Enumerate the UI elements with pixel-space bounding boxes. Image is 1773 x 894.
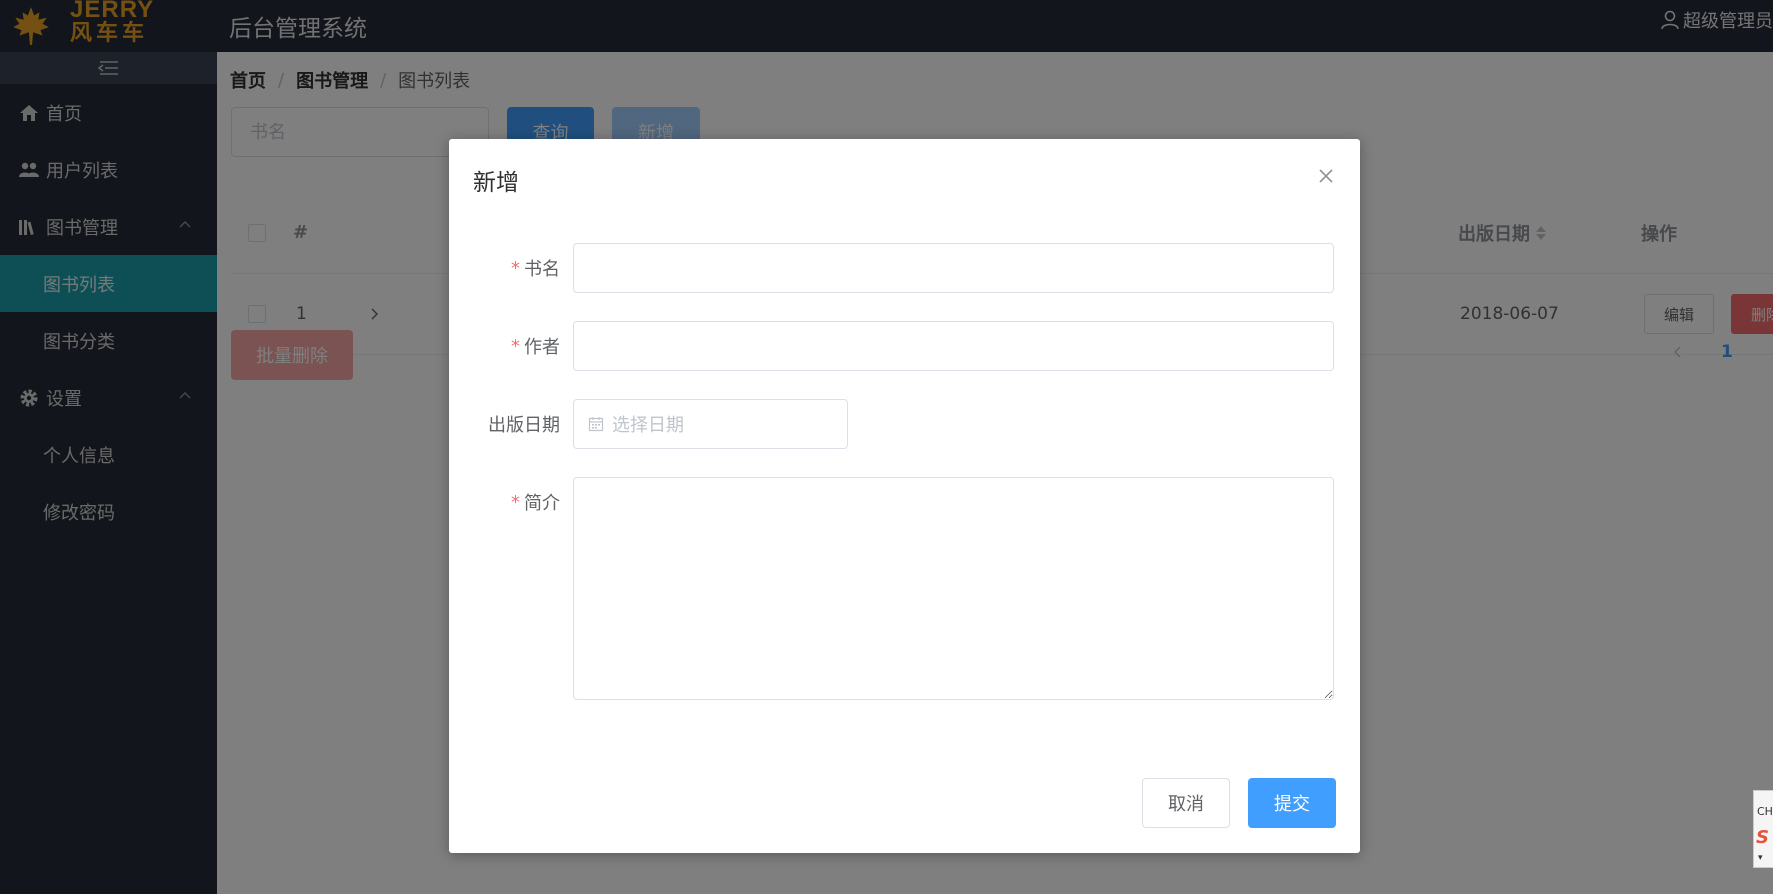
- ime-floating-widget[interactable]: CH S ▾: [1753, 790, 1773, 868]
- submit-button[interactable]: 提交: [1248, 778, 1336, 828]
- required-mark: *: [511, 491, 520, 513]
- ime-logo-icon: S: [1756, 827, 1769, 848]
- form-row-author: * 作者: [449, 321, 1360, 371]
- pubdate-picker[interactable]: 选择日期: [573, 399, 848, 449]
- form-label-name: * 书名: [511, 257, 560, 281]
- pubdate-placeholder: 选择日期: [612, 415, 684, 436]
- dialog-title: 新增: [473, 170, 519, 196]
- add-book-dialog: 新增 * 书名 * 作者 出版日期 选择日期 * 简介 取消 提交: [449, 139, 1360, 853]
- form-row-name: * 书名: [449, 243, 1360, 293]
- calendar-icon: [588, 417, 604, 432]
- cancel-button[interactable]: 取消: [1142, 778, 1230, 828]
- form-row-intro: * 简介: [449, 477, 1360, 700]
- close-icon[interactable]: [1316, 166, 1336, 186]
- required-mark: *: [511, 257, 520, 279]
- required-mark: *: [511, 335, 520, 357]
- author-field[interactable]: [573, 321, 1334, 371]
- ime-dropdown-icon: ▾: [1758, 853, 1763, 863]
- intro-textarea[interactable]: [573, 477, 1334, 700]
- book-name-field[interactable]: [573, 243, 1334, 293]
- form-label-pubdate: 出版日期: [488, 415, 560, 436]
- form-row-pubdate: 出版日期 选择日期: [449, 399, 1360, 449]
- form-label-intro: * 简介: [511, 491, 560, 515]
- form-label-author: * 作者: [511, 335, 560, 359]
- ime-label: CH: [1757, 805, 1773, 818]
